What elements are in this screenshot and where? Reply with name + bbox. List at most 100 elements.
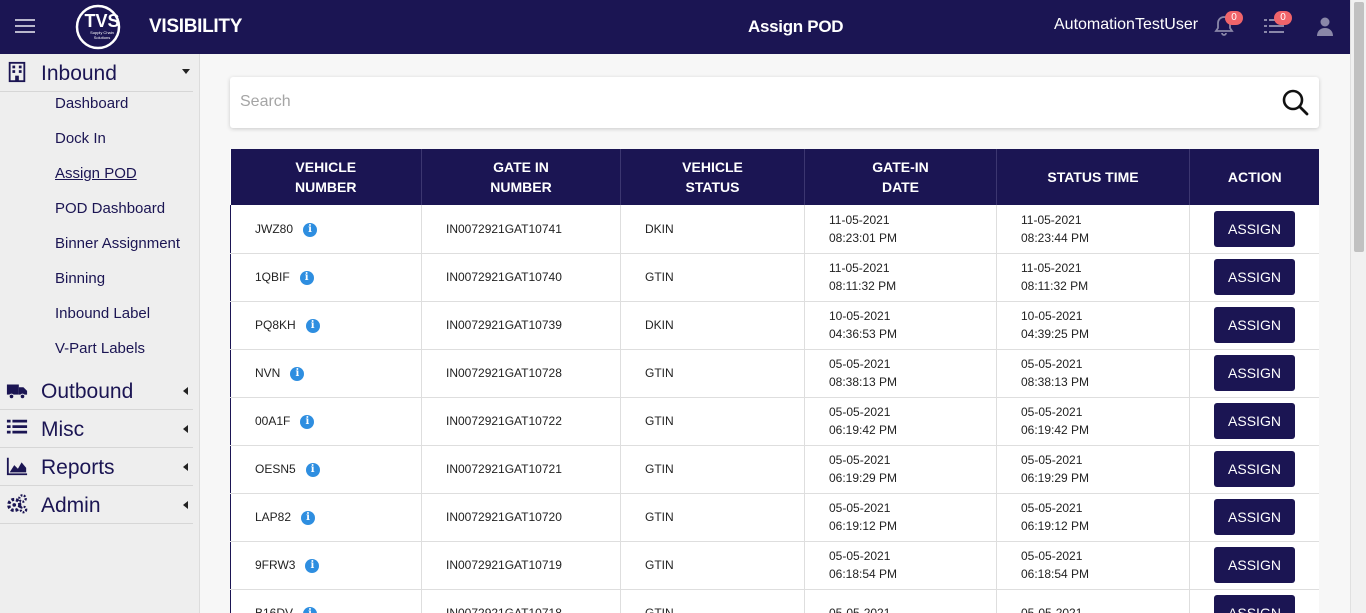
cell-vehicle-status: GTIN bbox=[620, 493, 805, 542]
info-icon[interactable]: i bbox=[305, 318, 320, 333]
cell-gate-in-date: 05-05-2021 06:19:12 PM bbox=[804, 493, 997, 542]
cell-gate-in-number: IN0072921GAT10720 bbox=[421, 493, 621, 542]
caret-left-icon bbox=[183, 387, 188, 395]
cell-action: ASSIGN bbox=[1189, 349, 1319, 398]
assign-button[interactable]: ASSIGN bbox=[1214, 547, 1295, 583]
sidebar-section-inbound[interactable]: Inbound bbox=[0, 54, 193, 92]
info-icon[interactable]: i bbox=[299, 270, 314, 285]
assign-button[interactable]: ASSIGN bbox=[1214, 403, 1295, 439]
cell-gate-in-date: 05-05-2021 bbox=[804, 589, 997, 613]
column-header-action: ACTION bbox=[1189, 149, 1319, 205]
cell-vehicle-number: NVN i bbox=[230, 349, 422, 398]
top-bar: TVS Supply Chain Solutions VISIBILITY As… bbox=[0, 0, 1350, 54]
sidebar-item-inbound-label[interactable]: Inbound Label bbox=[55, 305, 150, 322]
area-chart-icon bbox=[6, 457, 28, 476]
sidebar-item-dock-in[interactable]: Dock In bbox=[55, 130, 106, 147]
cell-gate-in-number: IN0072921GAT10721 bbox=[421, 445, 621, 494]
sidebar-section-outbound[interactable]: Outbound bbox=[0, 372, 193, 410]
info-icon[interactable]: i bbox=[303, 222, 318, 237]
info-icon[interactable]: i bbox=[305, 558, 320, 573]
info-icon[interactable]: i bbox=[305, 462, 320, 477]
sidebar-item-pod-dashboard[interactable]: POD Dashboard bbox=[55, 200, 165, 217]
cell-vehicle-number: 1QBIF i bbox=[230, 253, 422, 302]
cell-vehicle-number: B16DV i bbox=[230, 589, 422, 613]
info-icon[interactable]: i bbox=[290, 366, 305, 381]
search-icon[interactable] bbox=[1280, 87, 1310, 117]
cell-gate-in-date: 11-05-2021 08:11:32 PM bbox=[804, 253, 997, 302]
column-header-gate-in-date[interactable]: GATE-IN DATE bbox=[804, 149, 997, 205]
cell-status-time: 05-05-2021 06:19:42 PM bbox=[996, 397, 1190, 446]
cell-gate-in-number: IN0072921GAT10728 bbox=[421, 349, 621, 398]
cogs-icon bbox=[7, 494, 28, 514]
assign-button[interactable]: ASSIGN bbox=[1214, 355, 1295, 391]
sidebar-item-binning[interactable]: Binning bbox=[55, 270, 105, 287]
cell-status-time: 11-05-2021 08:23:44 PM bbox=[996, 205, 1190, 254]
cell-status-time: 10-05-2021 04:39:25 PM bbox=[996, 301, 1190, 350]
column-header-vehicle-number[interactable]: VEHICLE NUMBER bbox=[230, 149, 422, 205]
column-header-status-time[interactable]: STATUS TIME bbox=[996, 149, 1190, 205]
truck-icon bbox=[6, 384, 28, 400]
cell-action: ASSIGN bbox=[1189, 301, 1319, 350]
tvs-logo: TVS Supply Chain Solutions bbox=[75, 4, 121, 50]
cell-vehicle-number: PQ8KH i bbox=[230, 301, 422, 350]
cell-gate-in-number: IN0072921GAT10719 bbox=[421, 541, 621, 590]
hamburger-menu-icon[interactable] bbox=[15, 19, 35, 34]
cell-vehicle-status: DKIN bbox=[620, 205, 805, 254]
cell-vehicle-number: OESN5 i bbox=[230, 445, 422, 494]
sidebar: Inbound Dashboard Dock In Assign POD POD… bbox=[0, 54, 200, 613]
vehicle-number: LAP82 bbox=[255, 510, 292, 524]
cell-action: ASSIGN bbox=[1189, 589, 1319, 613]
assign-button[interactable]: ASSIGN bbox=[1214, 210, 1295, 247]
sidebar-item-assign-pod[interactable]: Assign POD bbox=[55, 165, 137, 182]
svg-text:Solutions: Solutions bbox=[94, 35, 110, 40]
info-icon[interactable]: i bbox=[301, 510, 316, 525]
assign-button[interactable]: ASSIGN bbox=[1214, 595, 1295, 613]
scrollbar-thumb[interactable] bbox=[1354, 2, 1364, 252]
vehicle-number: 9FRW3 bbox=[255, 558, 296, 572]
cell-vehicle-status: GTIN bbox=[620, 445, 805, 494]
cell-action: ASSIGN bbox=[1189, 397, 1319, 446]
assign-button[interactable]: ASSIGN bbox=[1214, 499, 1295, 535]
sidebar-section-misc[interactable]: Misc bbox=[0, 410, 193, 448]
cell-status-time: 05-05-2021 06:19:12 PM bbox=[996, 493, 1190, 542]
pod-table: VEHICLE NUMBER GATE IN NUMBER VEHICLE STATU… bbox=[230, 149, 1319, 613]
main-content: VEHICLENUMBER GATE INNUMBER VEHICLESTATU… bbox=[200, 54, 1350, 613]
sidebar-section-admin[interactable]: Admin bbox=[0, 486, 193, 524]
user-icon[interactable] bbox=[1313, 14, 1337, 38]
assign-button[interactable]: ASSIGN bbox=[1214, 259, 1295, 295]
table-row: LAP82 i IN0072921GAT10720 GTIN 05-05-2021 06:… bbox=[230, 493, 1319, 542]
user-name[interactable]: AutomationTestUser bbox=[1054, 16, 1198, 34]
table-row: NVN i IN0072921GAT10728 GTIN 05-05-2021 08:38… bbox=[230, 349, 1319, 398]
sidebar-item-binner-assignment[interactable]: Binner Assignment bbox=[55, 235, 180, 252]
cell-vehicle-status: GTIN bbox=[620, 541, 805, 590]
cell-vehicle-number: 00A1F i bbox=[230, 397, 422, 446]
column-header-gate-in-number[interactable]: GATE IN NUMBER bbox=[421, 149, 621, 205]
cell-gate-in-number: IN0072921GAT10740 bbox=[421, 253, 621, 302]
cell-vehicle-number: 9FRW3 i bbox=[230, 541, 422, 590]
cell-gate-in-date: 05-05-2021 06:19:29 PM bbox=[804, 445, 997, 494]
cell-vehicle-status: GTIN bbox=[620, 589, 805, 613]
search-bar bbox=[230, 77, 1319, 128]
cell-gate-in-number: IN0072921GAT10718 bbox=[421, 589, 621, 613]
table-row: 9FRW3 i IN0072921GAT10719 GTIN 05-05-2021 06:… bbox=[230, 541, 1319, 590]
cell-gate-in-number: IN0072921GAT10722 bbox=[421, 397, 621, 446]
vehicle-number: PQ8KH bbox=[255, 318, 296, 332]
cell-vehicle-status: GTIN bbox=[620, 397, 805, 446]
page-scrollbar[interactable] bbox=[1350, 0, 1366, 613]
sidebar-item-dashboard[interactable]: Dashboard bbox=[55, 95, 128, 112]
info-icon[interactable]: i bbox=[303, 606, 318, 613]
building-icon bbox=[8, 61, 26, 83]
sidebar-section-reports[interactable]: Reports bbox=[0, 448, 193, 486]
assign-button[interactable]: ASSIGN bbox=[1214, 307, 1295, 343]
info-icon[interactable]: i bbox=[300, 414, 315, 429]
caret-left-icon bbox=[183, 463, 188, 471]
sidebar-section-label: Admin bbox=[41, 494, 101, 517]
assign-button[interactable]: ASSIGN bbox=[1214, 451, 1295, 487]
column-header-vehicle-status[interactable]: VEHICLE STATUS bbox=[620, 149, 805, 205]
table-row: JWZ80 i IN0072921GAT10741 DKIN 11-05-2021 08:… bbox=[230, 205, 1319, 254]
search-input[interactable] bbox=[240, 89, 1240, 115]
cell-gate-in-date: 05-05-2021 08:38:13 PM bbox=[804, 349, 997, 398]
sidebar-section-label: Inbound bbox=[41, 62, 117, 85]
sidebar-item-v-part-labels[interactable]: V-Part Labels bbox=[55, 340, 145, 357]
caret-left-icon bbox=[183, 425, 188, 433]
